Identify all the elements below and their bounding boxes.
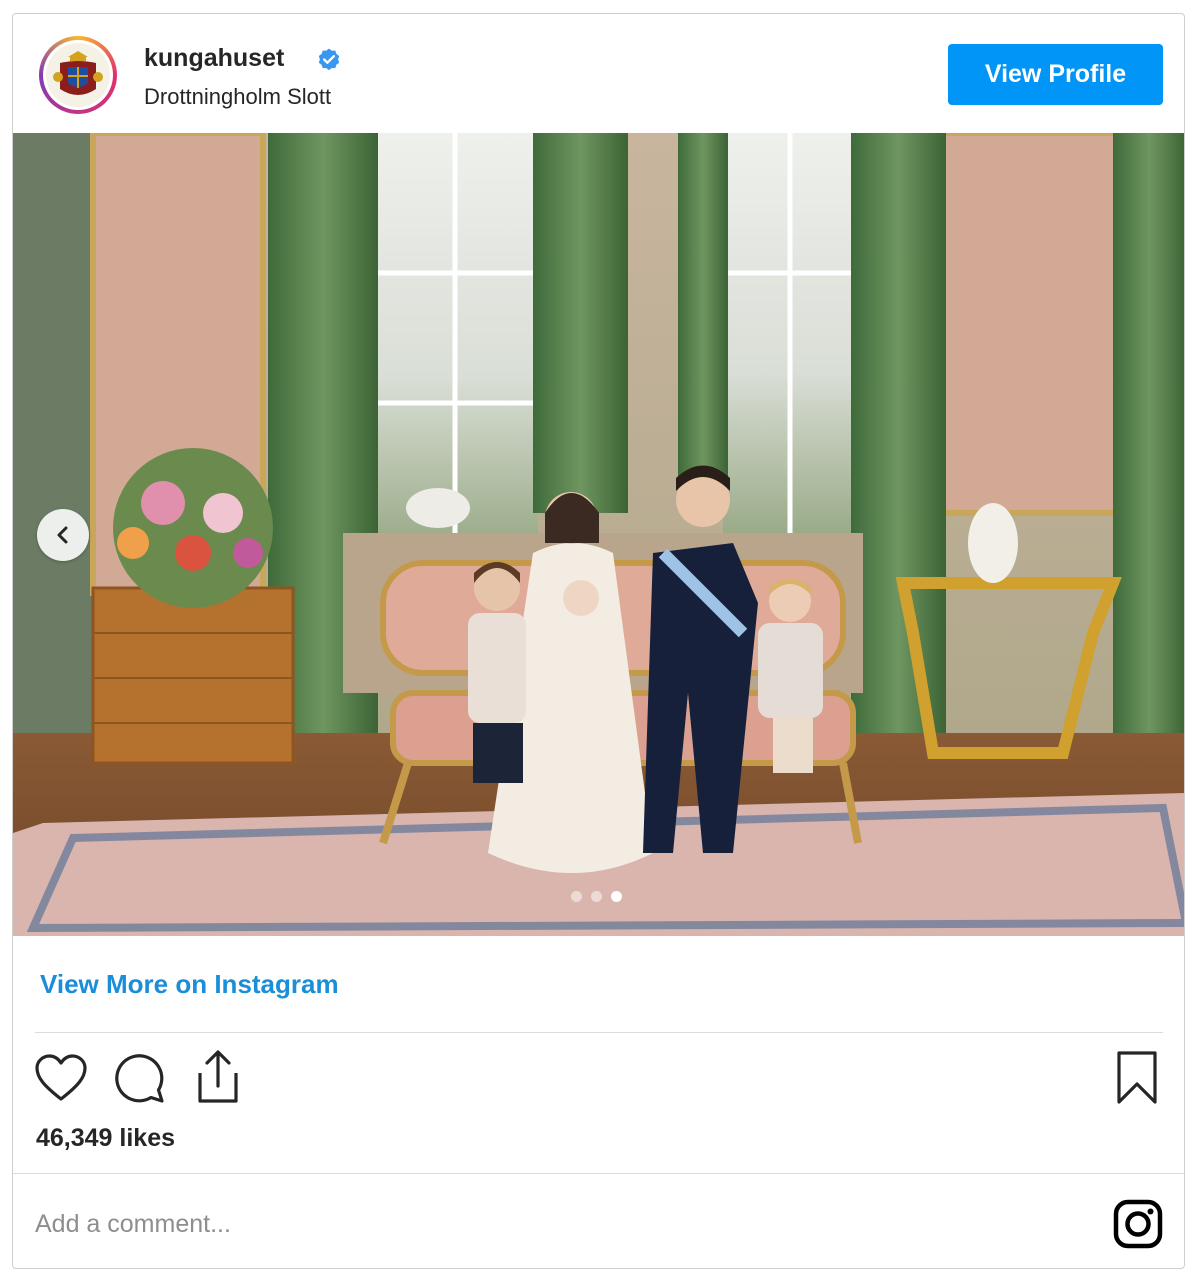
username[interactable]: kungahuset bbox=[144, 44, 284, 73]
post-header: kungahuset Drottningholm Slott View Prof… bbox=[13, 14, 1184, 132]
bookmark-icon[interactable] bbox=[1115, 1050, 1159, 1106]
royal-family-portrait-image bbox=[13, 133, 1184, 936]
divider bbox=[13, 1173, 1184, 1174]
previous-slide-button[interactable] bbox=[37, 509, 89, 561]
heart-icon[interactable] bbox=[33, 1052, 89, 1104]
chevron-left-icon bbox=[57, 526, 68, 544]
comment-input[interactable] bbox=[35, 1202, 1035, 1246]
divider bbox=[35, 1032, 1163, 1033]
carousel-indicator bbox=[571, 891, 622, 902]
carousel-dot-active bbox=[611, 891, 622, 902]
comment-icon[interactable] bbox=[111, 1051, 167, 1105]
share-icon[interactable] bbox=[191, 1048, 245, 1106]
likes-count[interactable]: 46,349 likes bbox=[36, 1124, 175, 1153]
carousel-dot bbox=[571, 891, 582, 902]
instagram-embed-card: kungahuset Drottningholm Slott View Prof… bbox=[12, 13, 1185, 1269]
carousel-dot bbox=[591, 891, 602, 902]
location-label[interactable]: Drottningholm Slott bbox=[144, 84, 331, 110]
post-photo[interactable] bbox=[13, 133, 1184, 936]
royal-crest-logo bbox=[46, 43, 110, 107]
view-more-on-instagram-link[interactable]: View More on Instagram bbox=[40, 969, 339, 1000]
avatar[interactable] bbox=[39, 36, 117, 114]
view-profile-button[interactable]: View Profile bbox=[948, 44, 1163, 105]
verified-badge-icon bbox=[318, 48, 340, 71]
instagram-logo-icon[interactable] bbox=[1113, 1199, 1163, 1249]
